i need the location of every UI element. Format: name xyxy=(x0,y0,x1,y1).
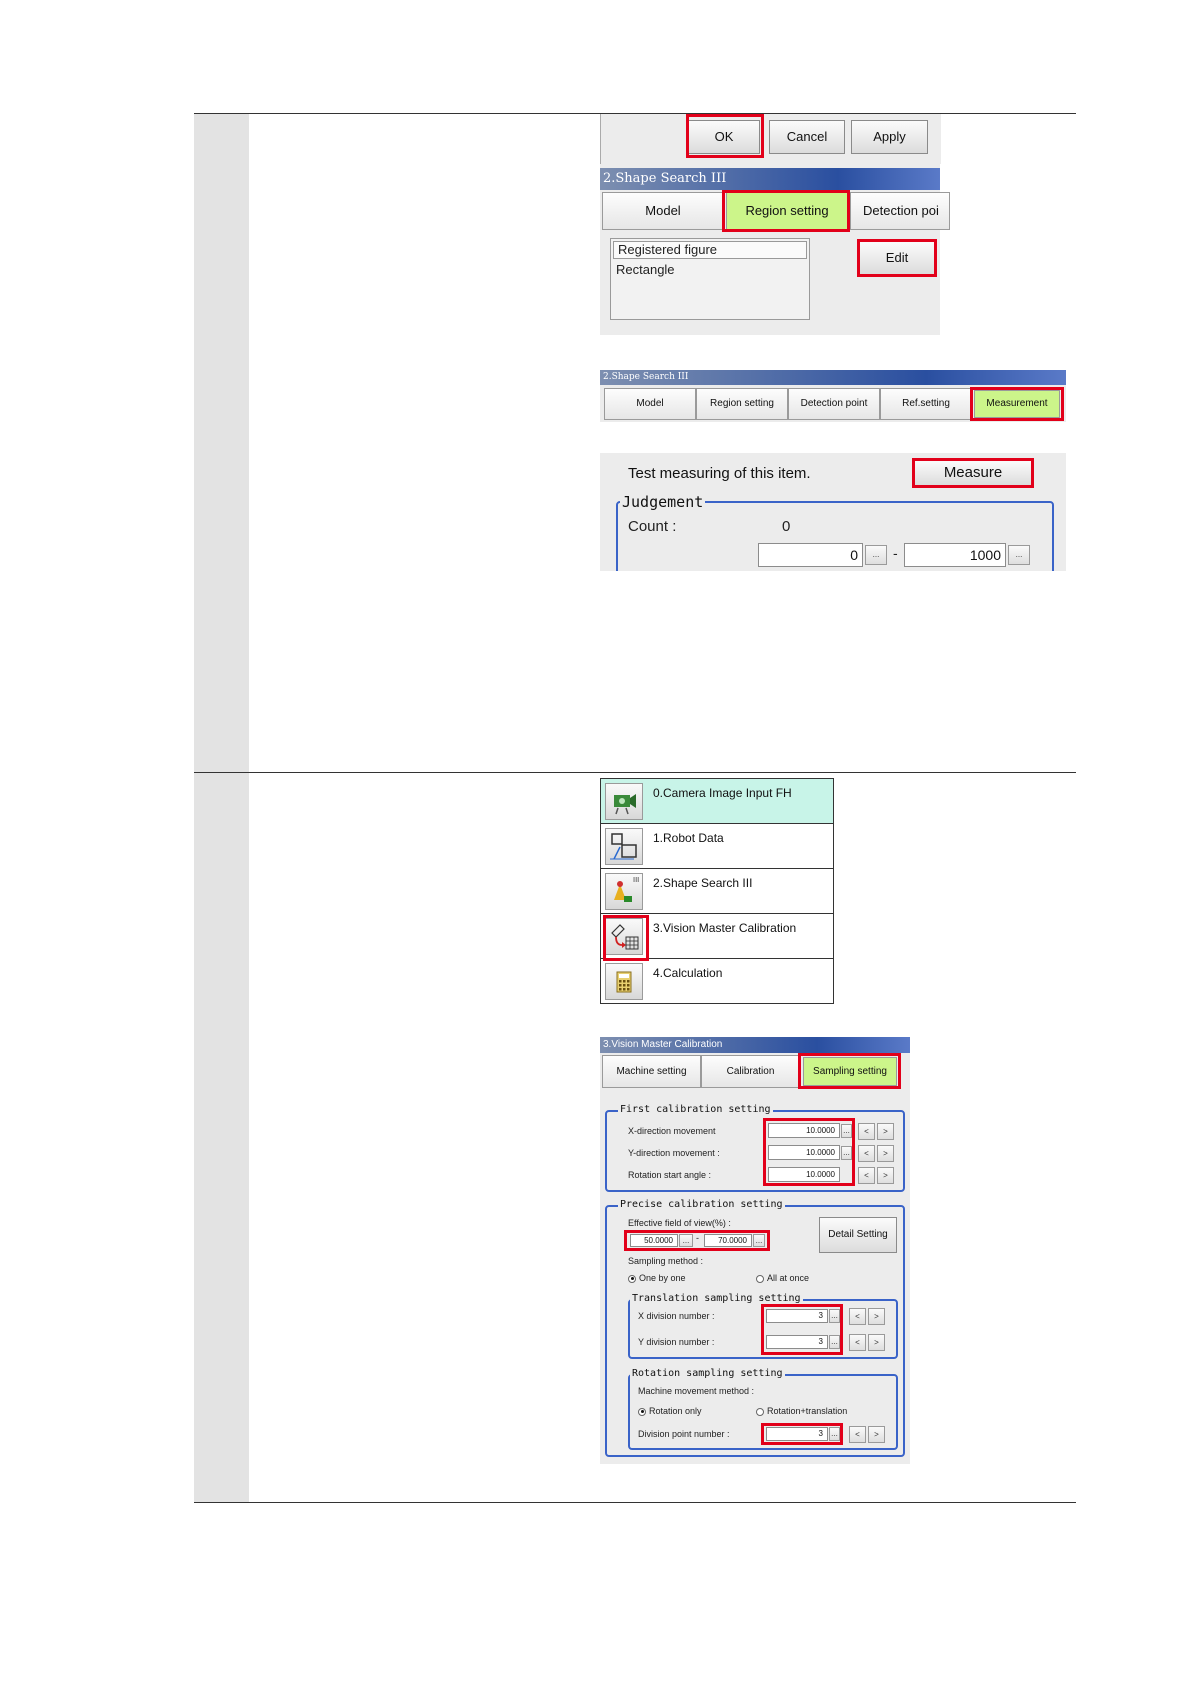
range-separator: - xyxy=(893,545,898,561)
count-min-picker[interactable]: ... xyxy=(865,545,887,565)
camera-icon xyxy=(605,783,643,820)
x-division-inc[interactable]: > xyxy=(868,1308,885,1325)
x-division-label: X division number : xyxy=(638,1311,715,1321)
flow-item-calculation[interactable]: 4.Calculation xyxy=(601,959,833,1004)
shape-search-region-panel: OK Cancel Apply 2.Shape Search III Model… xyxy=(600,114,950,335)
robot-data-icon xyxy=(605,828,643,865)
middle-rule xyxy=(194,772,1076,773)
y-division-label: Y division number : xyxy=(638,1337,715,1347)
division-point-inc[interactable]: > xyxy=(868,1426,885,1443)
flow-list: 0.Camera Image Input FH 1.Robot Data III… xyxy=(600,778,834,1004)
y-movement-inc[interactable]: > xyxy=(877,1145,894,1162)
x-movement-dec[interactable]: < xyxy=(858,1123,875,1140)
tab-machine-setting[interactable]: Machine setting xyxy=(602,1055,701,1088)
y-division-dec[interactable]: < xyxy=(849,1334,866,1351)
division-point-dec[interactable]: < xyxy=(849,1426,866,1443)
flow-label-vision-master-calibration: 3.Vision Master Calibration xyxy=(653,921,797,935)
test-measuring-text: Test measuring of this item. xyxy=(628,465,811,482)
rotation-only-radio[interactable]: Rotation only xyxy=(638,1406,702,1416)
y-movement-label: Y-direction movement : xyxy=(628,1148,720,1158)
count-max-field[interactable]: 1000 xyxy=(904,543,1006,567)
fov-label: Effective field of view(%) : xyxy=(628,1218,731,1228)
one-by-one-radio[interactable]: One by one xyxy=(628,1273,686,1283)
calculator-icon xyxy=(605,963,643,1000)
all-at-once-radio[interactable]: All at once xyxy=(756,1273,809,1283)
judgement-label: Judgement xyxy=(620,493,706,511)
all-at-once-radio-dot xyxy=(756,1274,764,1283)
all-at-once-label: All at once xyxy=(767,1273,810,1283)
measure-highlight xyxy=(912,458,1034,488)
x-movement-inc[interactable]: > xyxy=(877,1123,894,1140)
one-by-one-radio-dot xyxy=(628,1274,636,1283)
x-division-dec[interactable]: < xyxy=(849,1308,866,1325)
list-item[interactable]: Rectangle xyxy=(611,262,809,277)
translation-division-highlight xyxy=(761,1304,843,1355)
tab-detection-point[interactable]: Detection poi xyxy=(850,192,950,230)
rotation-translation-radio[interactable]: Rotation+translation xyxy=(756,1406,847,1416)
tab-region-setting-2[interactable]: Region setting xyxy=(696,388,788,420)
flow-item-camera[interactable]: 0.Camera Image Input FH xyxy=(601,779,833,824)
movement-method-label: Machine movement method : xyxy=(638,1386,755,1396)
first-calibration-label: First calibration setting xyxy=(618,1104,773,1115)
flow-label-camera: 0.Camera Image Input FH xyxy=(653,786,792,800)
y-division-inc[interactable]: > xyxy=(868,1334,885,1351)
window-title: 2.Shape Search III xyxy=(600,168,940,190)
shape-search-icon: III xyxy=(605,873,643,910)
sampling-setting-highlight xyxy=(798,1053,901,1089)
bottom-rule xyxy=(194,1502,1076,1503)
division-point-label: Division point number : xyxy=(638,1429,730,1439)
flow-label-calculation: 4.Calculation xyxy=(653,966,723,980)
division-point-highlight xyxy=(761,1423,843,1445)
fov-highlight xyxy=(624,1230,770,1251)
y-movement-dec[interactable]: < xyxy=(858,1145,875,1162)
window-title-2: 2.Shape Search III xyxy=(600,370,1066,385)
shape-search-tab-strip: 2.Shape Search III Model Region setting … xyxy=(600,370,1066,422)
tab-calibration[interactable]: Calibration xyxy=(701,1055,800,1088)
translation-sampling-label: Translation sampling setting xyxy=(630,1293,803,1304)
tab-ref-setting[interactable]: Ref.setting xyxy=(880,388,972,420)
x-movement-label: X-direction movement xyxy=(628,1126,716,1136)
rotation-angle-dec[interactable]: < xyxy=(858,1167,875,1184)
step-column-1 xyxy=(194,114,249,772)
calibration-panel: 3.Vision Master Calibration Machine sett… xyxy=(600,1037,910,1464)
detail-setting-button[interactable]: Detail Setting xyxy=(819,1217,897,1253)
count-value: 0 xyxy=(782,518,791,535)
first-calibration-highlight xyxy=(763,1118,855,1186)
registered-figure-list[interactable]: Registered figure Rectangle xyxy=(610,238,810,320)
flow-label-robot-data: 1.Robot Data xyxy=(653,831,724,845)
list-header: Registered figure xyxy=(613,241,807,259)
measure-panel: Test measuring of this item. Measure Jud… xyxy=(600,453,1066,571)
rotation-translation-radio-dot xyxy=(756,1407,764,1416)
rotation-angle-label: Rotation start angle : xyxy=(628,1170,712,1180)
region-setting-highlight xyxy=(722,190,850,232)
ok-highlight xyxy=(686,114,764,158)
count-min-field[interactable]: 0 xyxy=(758,543,863,567)
rotation-angle-inc[interactable]: > xyxy=(877,1167,894,1184)
tab-model[interactable]: Model xyxy=(602,192,724,230)
cancel-button[interactable]: Cancel xyxy=(769,120,845,154)
precise-calibration-label: Precise calibration setting xyxy=(618,1199,785,1210)
calibration-title: 3.Vision Master Calibration xyxy=(600,1037,910,1053)
apply-button[interactable]: Apply xyxy=(851,120,928,154)
calibration-icon-highlight xyxy=(603,915,649,961)
svg-text:III: III xyxy=(633,876,639,884)
rotation-translation-label: Rotation+translation xyxy=(767,1406,848,1416)
one-by-one-label: One by one xyxy=(639,1273,686,1283)
rotation-only-radio-dot xyxy=(638,1407,646,1416)
flow-item-robot-data[interactable]: 1.Robot Data xyxy=(601,824,833,869)
edit-highlight xyxy=(857,239,937,277)
count-label: Count : xyxy=(628,518,677,535)
measurement-highlight xyxy=(970,387,1064,421)
tab-detection-point-2[interactable]: Detection point xyxy=(788,388,880,420)
step-column-2 xyxy=(194,773,249,1502)
count-max-picker[interactable]: ... xyxy=(1008,545,1030,565)
tab-model-2[interactable]: Model xyxy=(604,388,696,420)
flow-item-shape-search[interactable]: III 2.Shape Search III xyxy=(601,869,833,914)
sampling-method-label: Sampling method : xyxy=(628,1256,704,1266)
rotation-sampling-label: Rotation sampling setting xyxy=(630,1368,785,1379)
rotation-only-label: Rotation only xyxy=(649,1406,702,1416)
flow-label-shape-search: 2.Shape Search III xyxy=(653,876,753,890)
